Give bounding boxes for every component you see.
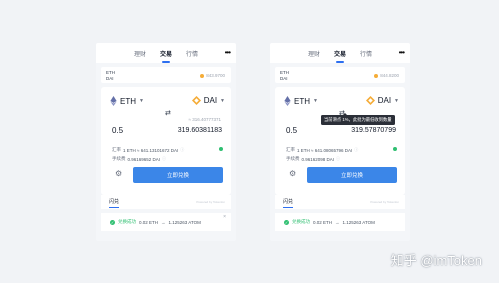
rate-value: 1 ETH ≈ 641.13101672 DAI [123, 147, 179, 153]
estimate-amount: ≈ 316.40777371 [188, 117, 222, 122]
top-nav: 理财 交易 行情 ••• [96, 43, 236, 63]
info-icon[interactable]: ⓘ [354, 147, 358, 153]
to-token-selector[interactable]: DAI ▼ [191, 96, 225, 105]
slippage-tooltip: 当前滑点 1%，此批为最低收到数量 [321, 113, 395, 125]
swap-arrows-icon[interactable]: ⇄ [165, 109, 171, 117]
fee-label: 手续费 [286, 156, 300, 161]
history-record[interactable]: ✓ 兑换成功 0.02 ETH → 1.125263 ATOM × [101, 213, 231, 231]
powered-by: Powered by Tokenlon [196, 200, 225, 204]
rate-row: 汇率 1 ETH ≈ 641.13101672 DAI ⓘ [112, 147, 184, 153]
tab-trade[interactable]: 交易 [334, 49, 346, 58]
pair-base: ETH [280, 70, 289, 75]
fee-row: 手续费 0.96169652 DAI ⓘ [112, 156, 166, 162]
gear-icon[interactable]: ⚙ [115, 169, 122, 178]
tab-finance[interactable]: 理财 [134, 49, 146, 58]
pair-card[interactable]: ETH DAI 843.9700 [101, 67, 231, 83]
record-from: 0.02 ETH [313, 219, 333, 225]
exchange-button[interactable]: 立即兑换 [307, 167, 397, 183]
dai-icon [374, 73, 379, 78]
record-status: 兑换成功 [292, 219, 310, 224]
record-to: 1.125263 ATOM [342, 219, 375, 225]
amount-output: 319.57870799 [351, 127, 396, 134]
tab-finance[interactable]: 理财 [308, 49, 320, 58]
to-token-selector[interactable]: DAI ▼ [365, 96, 399, 105]
check-circle-icon: ✓ [110, 219, 115, 225]
pair-rate: 843.9700 [200, 73, 225, 78]
powered-by: Powered by Tokenlon [370, 200, 399, 204]
pair-rate-value: 843.9700 [206, 73, 225, 78]
dai-icon [191, 96, 201, 105]
amount-input[interactable]: 0.5 [286, 126, 297, 135]
fee-value: 0.96162098 DAI [301, 156, 335, 162]
pair-quote: DAI [106, 76, 114, 81]
from-token-symbol: ETH [294, 96, 310, 106]
more-dots-icon[interactable]: ••• [225, 48, 231, 57]
fee-label: 手续费 [112, 156, 126, 161]
history-record[interactable]: ✓ 兑换成功 0.02 ETH → 1.125263 ATOM [275, 213, 405, 231]
tab-market[interactable]: 行情 [360, 49, 372, 58]
phone-screen-left: 理财 交易 行情 ••• ETH DAI 843.9700 ETH ▼ DAI [96, 43, 236, 241]
info-icon[interactable]: ⓘ [180, 147, 184, 153]
from-token-selector[interactable]: ETH ▼ [110, 96, 144, 106]
to-token-symbol: DAI [377, 96, 392, 105]
tab-flash-swap[interactable]: 闪兑 [109, 198, 120, 208]
chevron-down-icon: ▼ [139, 98, 144, 104]
info-icon[interactable]: ⓘ [162, 156, 166, 162]
amount-input[interactable]: 0.5 [112, 126, 123, 135]
tab-market[interactable]: 行情 [186, 49, 198, 58]
status-dot-icon [393, 147, 397, 151]
chevron-down-icon: ▼ [313, 98, 318, 104]
dai-icon [365, 96, 375, 105]
record-status: 兑换成功 [118, 219, 136, 224]
rate-row: 汇率 1 ETH ≈ 641.08065796 DAI ⓘ [286, 147, 358, 153]
phone-screen-right: 理财 交易 行情 ••• ETH DAI 844.8200 ETH ▼ DAI [270, 43, 410, 241]
rate-value: 1 ETH ≈ 641.08065796 DAI [297, 147, 353, 153]
tab-flash-swap[interactable]: 闪兑 [283, 198, 294, 208]
chevron-down-icon: ▼ [394, 97, 399, 104]
flash-swap-tab: 闪兑 Powered by Tokenlon [275, 195, 405, 209]
swap-card: ETH ▼ DAI ▼ ⇄ ≈ 316.40777371 0.5 319.603… [101, 87, 231, 195]
record-arrow: → [161, 219, 166, 225]
rate-label: 汇率 [286, 147, 295, 152]
fee-row: 手续费 0.96162098 DAI ⓘ [286, 156, 340, 162]
pair-base: ETH [106, 70, 115, 75]
close-icon[interactable]: × [223, 214, 226, 220]
watermark: 知乎 @imToken [390, 253, 482, 268]
more-dots-icon[interactable]: ••• [399, 48, 405, 57]
record-arrow: → [335, 219, 340, 225]
tab-trade[interactable]: 交易 [160, 49, 172, 58]
eth-icon [110, 96, 117, 106]
top-nav: 理财 交易 行情 ••• [270, 43, 410, 63]
gear-icon[interactable]: ⚙ [289, 169, 296, 178]
to-token-symbol: DAI [203, 96, 218, 105]
record-from: 0.02 ETH [139, 219, 159, 225]
chevron-down-icon: ▼ [220, 97, 225, 104]
from-token-selector[interactable]: ETH ▼ [284, 96, 318, 106]
fee-value: 0.96169652 DAI [127, 156, 161, 162]
dai-icon [200, 73, 205, 78]
pair-rate: 844.8200 [374, 73, 399, 78]
status-dot-icon [219, 147, 223, 151]
record-to: 1.125263 ATOM [168, 219, 201, 225]
pair-card[interactable]: ETH DAI 844.8200 [275, 67, 405, 83]
pair-quote: DAI [280, 76, 288, 81]
amount-output: 319.60381183 [177, 127, 222, 134]
swap-card: ETH ▼ DAI ▼ ⇄ 当前滑点 1%，此批为最低收到数量 0.5 319.… [275, 87, 405, 195]
exchange-button[interactable]: 立即兑换 [133, 167, 223, 183]
pair-rate-value: 844.8200 [380, 73, 399, 78]
info-icon[interactable]: ⓘ [336, 156, 340, 162]
check-circle-icon: ✓ [284, 219, 289, 225]
flash-swap-tab: 闪兑 Powered by Tokenlon [101, 195, 231, 209]
rate-label: 汇率 [112, 147, 121, 152]
from-token-symbol: ETH [120, 96, 136, 106]
eth-icon [284, 96, 291, 106]
